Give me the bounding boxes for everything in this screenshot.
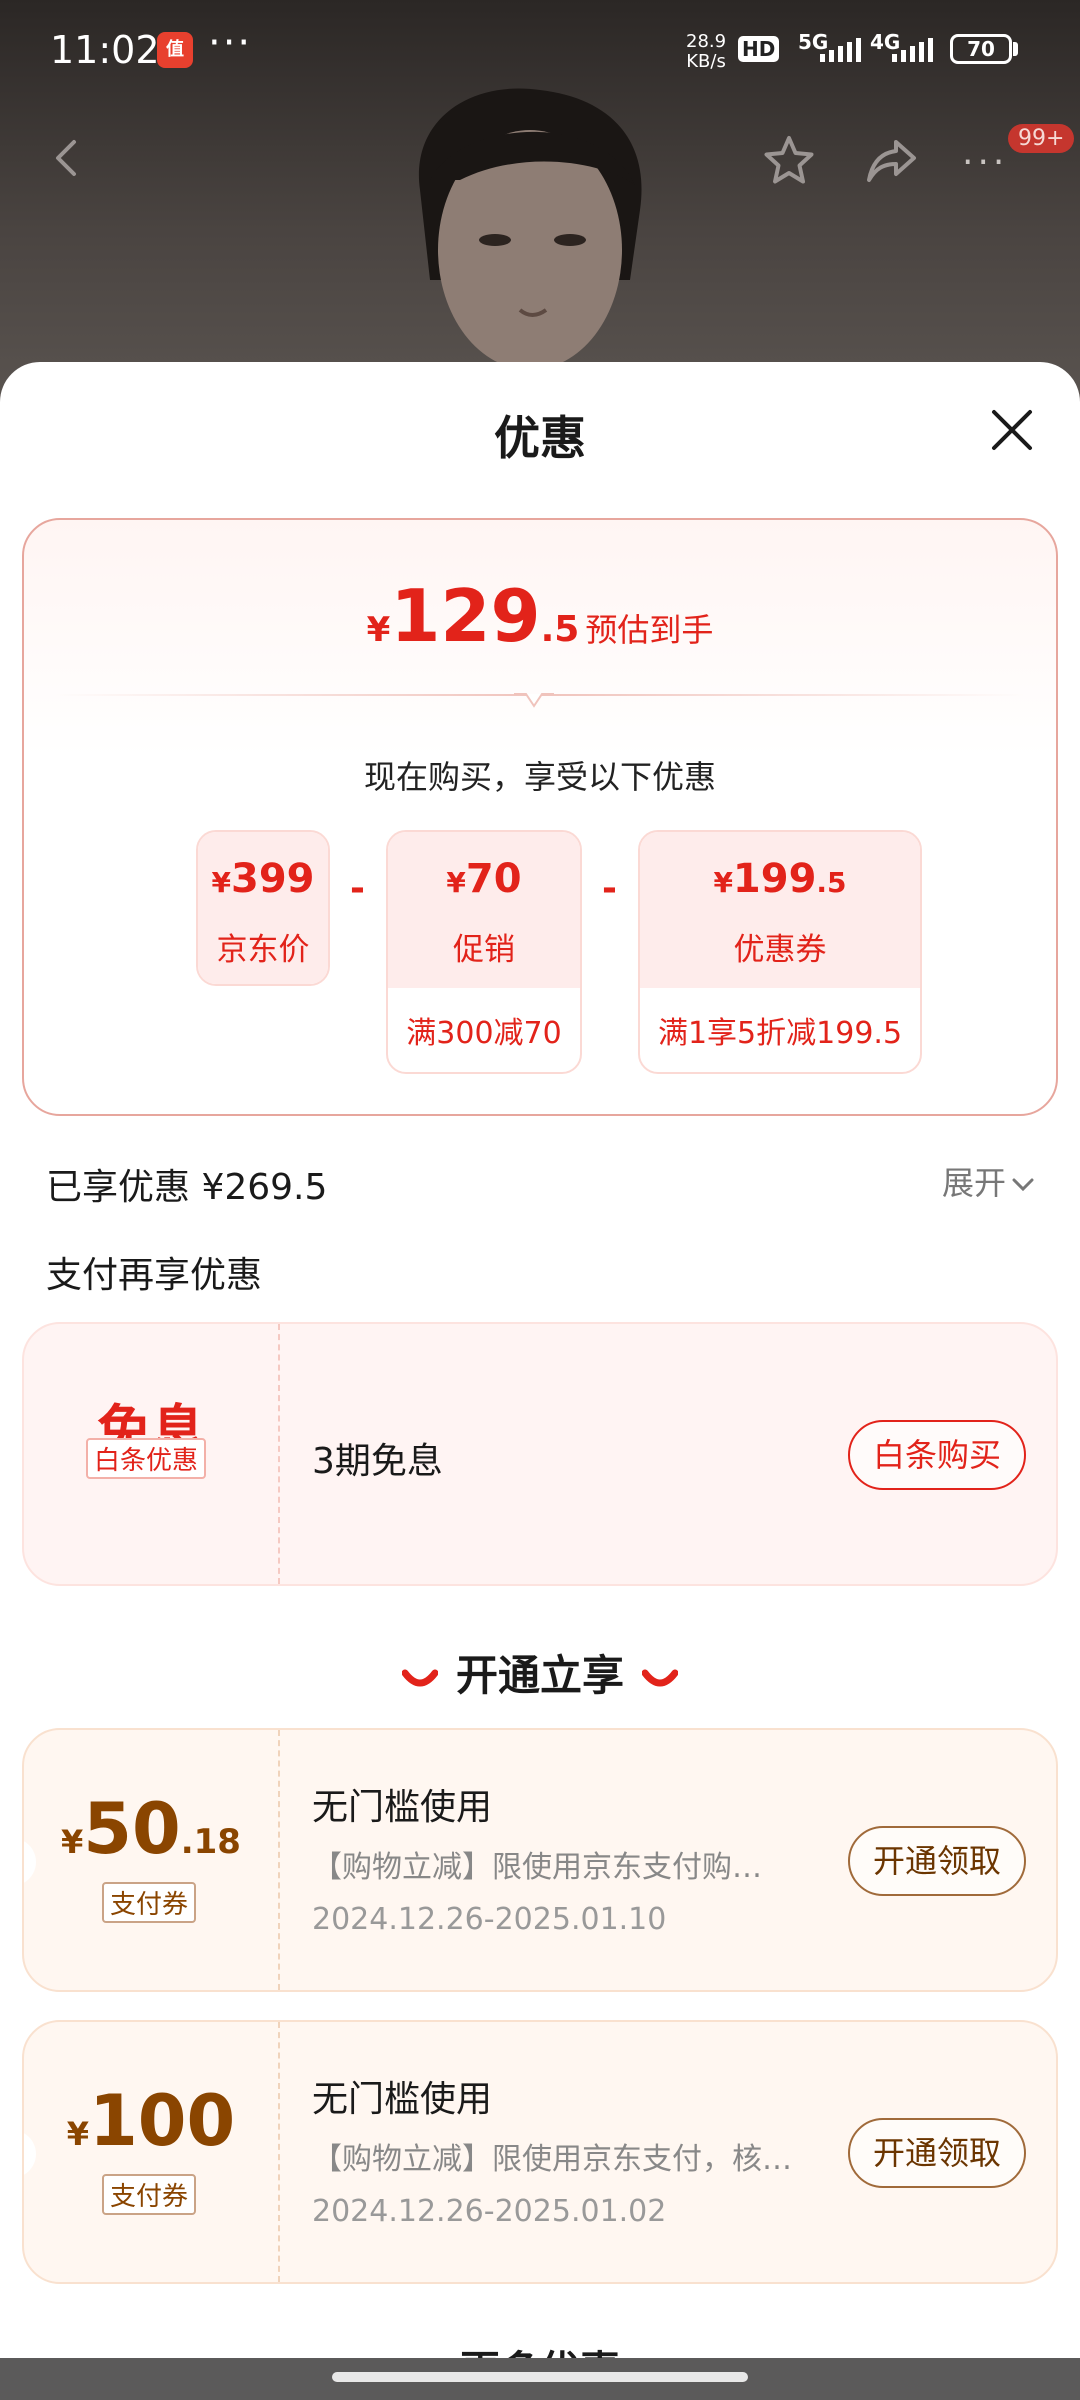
interest-free-desc: 3期免息 — [312, 1441, 443, 1482]
coupon-left: ¥50.18 支付券 — [24, 1730, 278, 1990]
tile-amount-decimal: .5 — [816, 866, 847, 899]
tile-desc: 满300减70 — [406, 1016, 562, 1051]
open-claim-button[interactable]: 开通领取 — [848, 2118, 1026, 2188]
coupon-type-tag: 支付券 — [102, 2174, 197, 2215]
tile-name: 促销 — [453, 932, 515, 968]
breakdown-tile-jd-price: ¥399 京东价 — [196, 830, 330, 986]
signal-5g-icon — [820, 38, 861, 62]
saved-amount: 已享优惠 ¥269.5 — [46, 1167, 328, 1208]
chevron-down-icon — [1012, 1178, 1034, 1192]
signal-4g-icon — [892, 38, 933, 62]
coupon-currency: ¥ — [61, 1823, 84, 1861]
coupon-validity: 2024.12.26-2025.01.02 — [312, 2194, 667, 2229]
dashed-separator — [278, 1324, 280, 1584]
product-model-image — [418, 88, 642, 370]
coupon-title: 无门槛使用 — [312, 2079, 493, 2120]
interest-free-left: 免息 白条优惠 — [24, 1324, 278, 1584]
share-icon[interactable] — [864, 136, 920, 186]
baitiao-tag: 白条优惠 — [86, 1438, 207, 1479]
baitiao-buy-button[interactable]: 白条购买 — [848, 1420, 1026, 1490]
price-decimal: .5 — [540, 609, 580, 650]
dashed-separator — [278, 2022, 280, 2282]
coupon-type-tag: 支付券 — [102, 1882, 197, 1923]
tile-currency: ¥ — [713, 866, 733, 899]
breakdown-tile-coupon: ¥199.5 优惠券 满1享5折减199.5 — [638, 830, 922, 1074]
tile-amount: ¥70 — [388, 856, 580, 902]
coupon-amount: ¥50.18 — [24, 1788, 278, 1870]
tile-currency: ¥ — [446, 866, 466, 899]
more-options-icon[interactable]: ··· — [962, 145, 1008, 181]
pay-coupon-card: ¥100 支付券 无门槛使用 【购物立减】限使用京东支付，核… 2024.12.… — [22, 2020, 1058, 2284]
coupon-amount-decimal: .18 — [180, 1822, 241, 1862]
coupon-title: 无门槛使用 — [312, 1787, 493, 1828]
dashed-separator — [278, 1730, 280, 1990]
message-count-badge: 99+ — [1008, 124, 1075, 153]
hd-icon: HD — [738, 36, 780, 62]
battery-icon: 70 — [950, 34, 1012, 64]
coupon-amount-value: 50 — [83, 1788, 181, 1870]
estimate-label: 预估到手 — [585, 611, 714, 649]
smile-right-icon — [642, 1669, 678, 1686]
breakdown-tile-promotion: ¥70 促销 满300减70 — [386, 830, 582, 1074]
price-integer: 129 — [390, 574, 541, 658]
close-icon[interactable] — [988, 406, 1036, 454]
tile-name: 优惠券 — [733, 932, 827, 968]
tile-amount: ¥399 — [198, 856, 328, 902]
coupon-desc: 【购物立减】限使用京东支付，核… — [312, 2142, 792, 2177]
interest-free-card: 免息 白条优惠 3期免息 白条购买 — [22, 1322, 1058, 1586]
open-heading-text: 开通立享 — [455, 1651, 624, 1700]
back-arrow-icon[interactable] — [48, 138, 88, 178]
tile-currency: ¥ — [211, 866, 231, 899]
currency-symbol: ¥ — [366, 610, 391, 650]
pay-more-heading: 支付再享优惠 — [46, 1255, 263, 1296]
expand-button[interactable]: 展开 — [942, 1158, 1034, 1204]
open-claim-button[interactable]: 开通领取 — [848, 1826, 1026, 1896]
favorite-star-icon[interactable] — [762, 134, 816, 188]
tile-amount-value: 70 — [465, 856, 522, 902]
coupon-currency: ¥ — [66, 2115, 90, 2153]
coupon-amount-value: 100 — [89, 2080, 236, 2162]
pay-coupon-card: ¥50.18 支付券 无门槛使用 【购物立减】限使用京东支付购… 2024.12… — [22, 1728, 1058, 1992]
divider-notch-icon — [514, 693, 554, 708]
tile-amount-value: 199 — [732, 856, 817, 902]
coupon-left: ¥100 支付券 — [24, 2022, 278, 2282]
status-time: 11:02 — [50, 28, 160, 72]
app-notification-icon: 值 — [157, 32, 193, 68]
expand-label: 展开 — [941, 1164, 1006, 1202]
speed-unit: KB/s — [686, 51, 726, 72]
estimated-price: ¥129.5 预估到手 — [24, 574, 1056, 658]
open-heading: 开通立享 — [0, 1642, 1080, 1703]
minus-sign: - — [602, 868, 617, 909]
estimated-price-card: ¥129.5 预估到手 现在购买，享受以下优惠 ¥399 京东价 - ¥70 促销… — [22, 518, 1058, 1116]
coupon-desc: 【购物立减】限使用京东支付购… — [312, 1850, 762, 1885]
speed-value: 28.9 — [686, 31, 727, 52]
status-bar: 11:02 值 ··· 28.9 KB/s HD 5G 4G 70 — [0, 0, 1080, 100]
coupon-validity: 2024.12.26-2025.01.10 — [312, 1902, 667, 1937]
discount-sheet: 优惠 ¥129.5 预估到手 现在购买，享受以下优惠 ¥399 京东价 - ¥70… — [0, 362, 1080, 2400]
smile-left-icon — [401, 1669, 438, 1686]
battery-tip — [1013, 42, 1018, 56]
coupon-amount: ¥100 — [24, 2080, 278, 2162]
tile-name: 京东价 — [216, 932, 310, 968]
status-more-icon: ··· — [208, 20, 253, 66]
minus-sign: - — [350, 868, 365, 909]
home-indicator[interactable] — [332, 2372, 748, 2382]
buy-now-text: 现在购买，享受以下优惠 — [363, 758, 716, 796]
tile-amount-value: 399 — [230, 856, 315, 902]
tile-amount: ¥199.5 — [640, 856, 920, 902]
sheet-title: 优惠 — [494, 411, 586, 465]
network-speed: 28.9 KB/s — [686, 32, 726, 72]
tile-desc: 满1享5折减199.5 — [657, 1016, 903, 1051]
